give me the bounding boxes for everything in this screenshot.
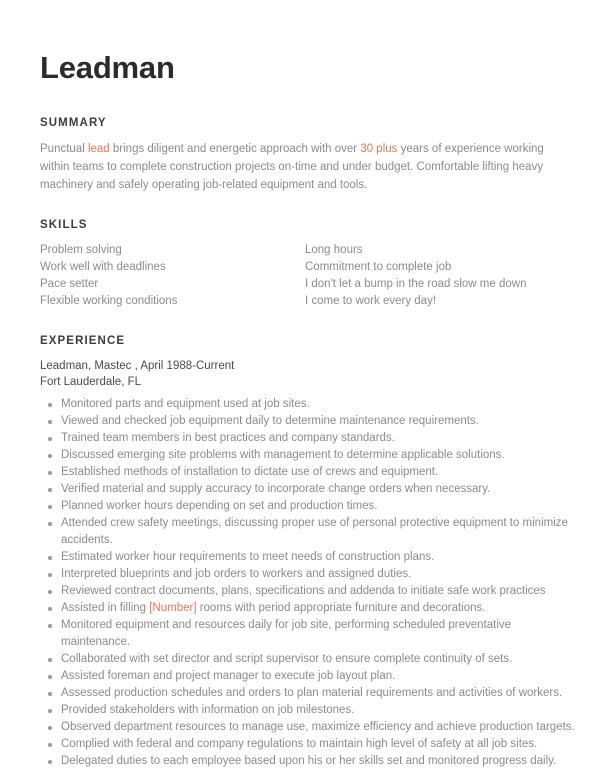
highlighted-keyword: 30 plus: [360, 143, 398, 155]
highlighted-keyword: [Number]: [149, 602, 197, 614]
text-run: Complied with federal and company regula…: [61, 738, 538, 750]
text-run: Interpreted blueprints and job orders to…: [61, 568, 412, 580]
job-bullet: Provided stakeholders with information o…: [40, 702, 576, 719]
experience-entry: Leadman, Mastec , April 1988-Current Fort…: [40, 358, 576, 770]
text-run: Trained team members in best practices a…: [61, 432, 395, 444]
section-experience: EXPERIENCE Leadman, Mastec , April 1988-…: [40, 335, 576, 770]
job-bullet: Interpreted blueprints and job orders to…: [40, 566, 576, 583]
skill-item: Long hours: [305, 244, 363, 256]
text-run: Observed department resources to manage …: [61, 721, 575, 733]
text-run: Reviewed contract documents, plans, spec…: [61, 585, 546, 597]
summary-body: Punctual lead brings diligent and energe…: [40, 140, 565, 194]
job-title-line: Leadman, Mastec , April 1988-Current: [40, 360, 235, 372]
job-bullet: Trained team members in best practices a…: [40, 430, 576, 447]
text-run: Established methods of installation to d…: [61, 466, 439, 478]
text-run: Assisted in filling: [61, 602, 150, 614]
skill-item: Flexible working conditions: [40, 295, 178, 307]
job-location: Fort Lauderdale, FL: [40, 376, 142, 388]
job-bullet: Reviewed contract documents, plans, spec…: [40, 583, 576, 600]
skill-item: I don't let a bump in the road slow me d…: [305, 278, 527, 290]
text-run: Collaborated with set director and scrip…: [61, 653, 513, 665]
job-bullet: Estimated worker hour requirements to me…: [40, 549, 576, 566]
job-bullet: Complied with federal and company regula…: [40, 736, 576, 753]
job-bullet: Planned worker hours depending on set an…: [40, 498, 576, 515]
page-title: Leadman: [40, 50, 175, 85]
resume-page: Leadman SUMMARY Punctual lead brings dil…: [0, 0, 616, 767]
text-run: Provided stakeholders with information o…: [61, 704, 355, 716]
highlighted-keyword: lead: [87, 143, 110, 155]
section-skills: SKILLS Problem solving Work well with dea…: [40, 219, 576, 310]
text-run: Viewed and checked job equipment daily t…: [61, 415, 479, 427]
skill-item: Pace setter: [40, 278, 99, 290]
text-run: Assisted foreman and project manager to …: [61, 670, 396, 682]
skills-column-left: Problem solving Work well with deadlines P…: [40, 242, 305, 310]
text-run: Discussed emerging site problems with ma…: [61, 449, 505, 461]
job-bullet: Delegated duties to each employee based …: [40, 753, 576, 770]
experience-jobs: Leadman, Mastec , April 1988-Current Fort…: [40, 358, 576, 770]
text-run: Verified material and supply accuracy to…: [61, 483, 491, 495]
job-bullet: Verified material and supply accuracy to…: [40, 481, 576, 498]
job-bullet: Observed department resources to manage …: [40, 719, 576, 736]
job-bullet: Assessed production schedules and orders…: [40, 685, 576, 702]
text-run: Monitored equipment and resources daily …: [61, 619, 512, 648]
skills-column-right: Long hours Commitment to complete job I do…: [305, 242, 565, 310]
job-bullet: Established methods of installation to d…: [40, 464, 576, 481]
text-run: Estimated worker hour requirements to me…: [61, 551, 435, 563]
job-bullet: Discussed emerging site problems with ma…: [40, 447, 576, 464]
text-run: Attended crew safety meetings, discussin…: [61, 517, 568, 546]
section-summary: SUMMARY Punctual lead brings diligent an…: [40, 117, 576, 194]
job-bullet: Viewed and checked job equipment daily t…: [40, 413, 576, 430]
job-bullet: Collaborated with set director and scrip…: [40, 651, 576, 668]
section-heading-experience: EXPERIENCE: [40, 335, 126, 347]
job-bullet: Attended crew safety meetings, discussin…: [40, 515, 576, 549]
skills-grid: Problem solving Work well with deadlines P…: [40, 242, 576, 310]
section-heading-summary: SUMMARY: [40, 117, 107, 129]
job-bullet: Monitored parts and equipment used at jo…: [40, 396, 576, 413]
skill-item: Commitment to complete job: [305, 261, 452, 273]
text-run: Planned worker hours depending on set an…: [61, 500, 378, 512]
text-run: Assessed production schedules and orders…: [61, 687, 563, 699]
text-run: brings diligent and energetic approach w…: [109, 143, 361, 155]
skill-item: I come to work every day!: [305, 295, 437, 307]
job-bullet: Monitored equipment and resources daily …: [40, 617, 576, 651]
skill-item: Work well with deadlines: [40, 261, 166, 273]
text-run: Monitored parts and equipment used at jo…: [61, 398, 310, 410]
skill-item: Problem solving: [40, 244, 122, 256]
text-run: Delegated duties to each employee based …: [61, 755, 557, 767]
section-heading-skills: SKILLS: [40, 219, 88, 231]
job-bullet: Assisted foreman and project manager to …: [40, 668, 576, 685]
job-bullet: Assisted in filling [Number] rooms with …: [40, 600, 576, 617]
text-run: rooms with period appropriate furniture …: [196, 602, 486, 614]
job-bullet-list: Monitored parts and equipment used at jo…: [40, 396, 576, 770]
text-run: Punctual: [40, 143, 88, 155]
